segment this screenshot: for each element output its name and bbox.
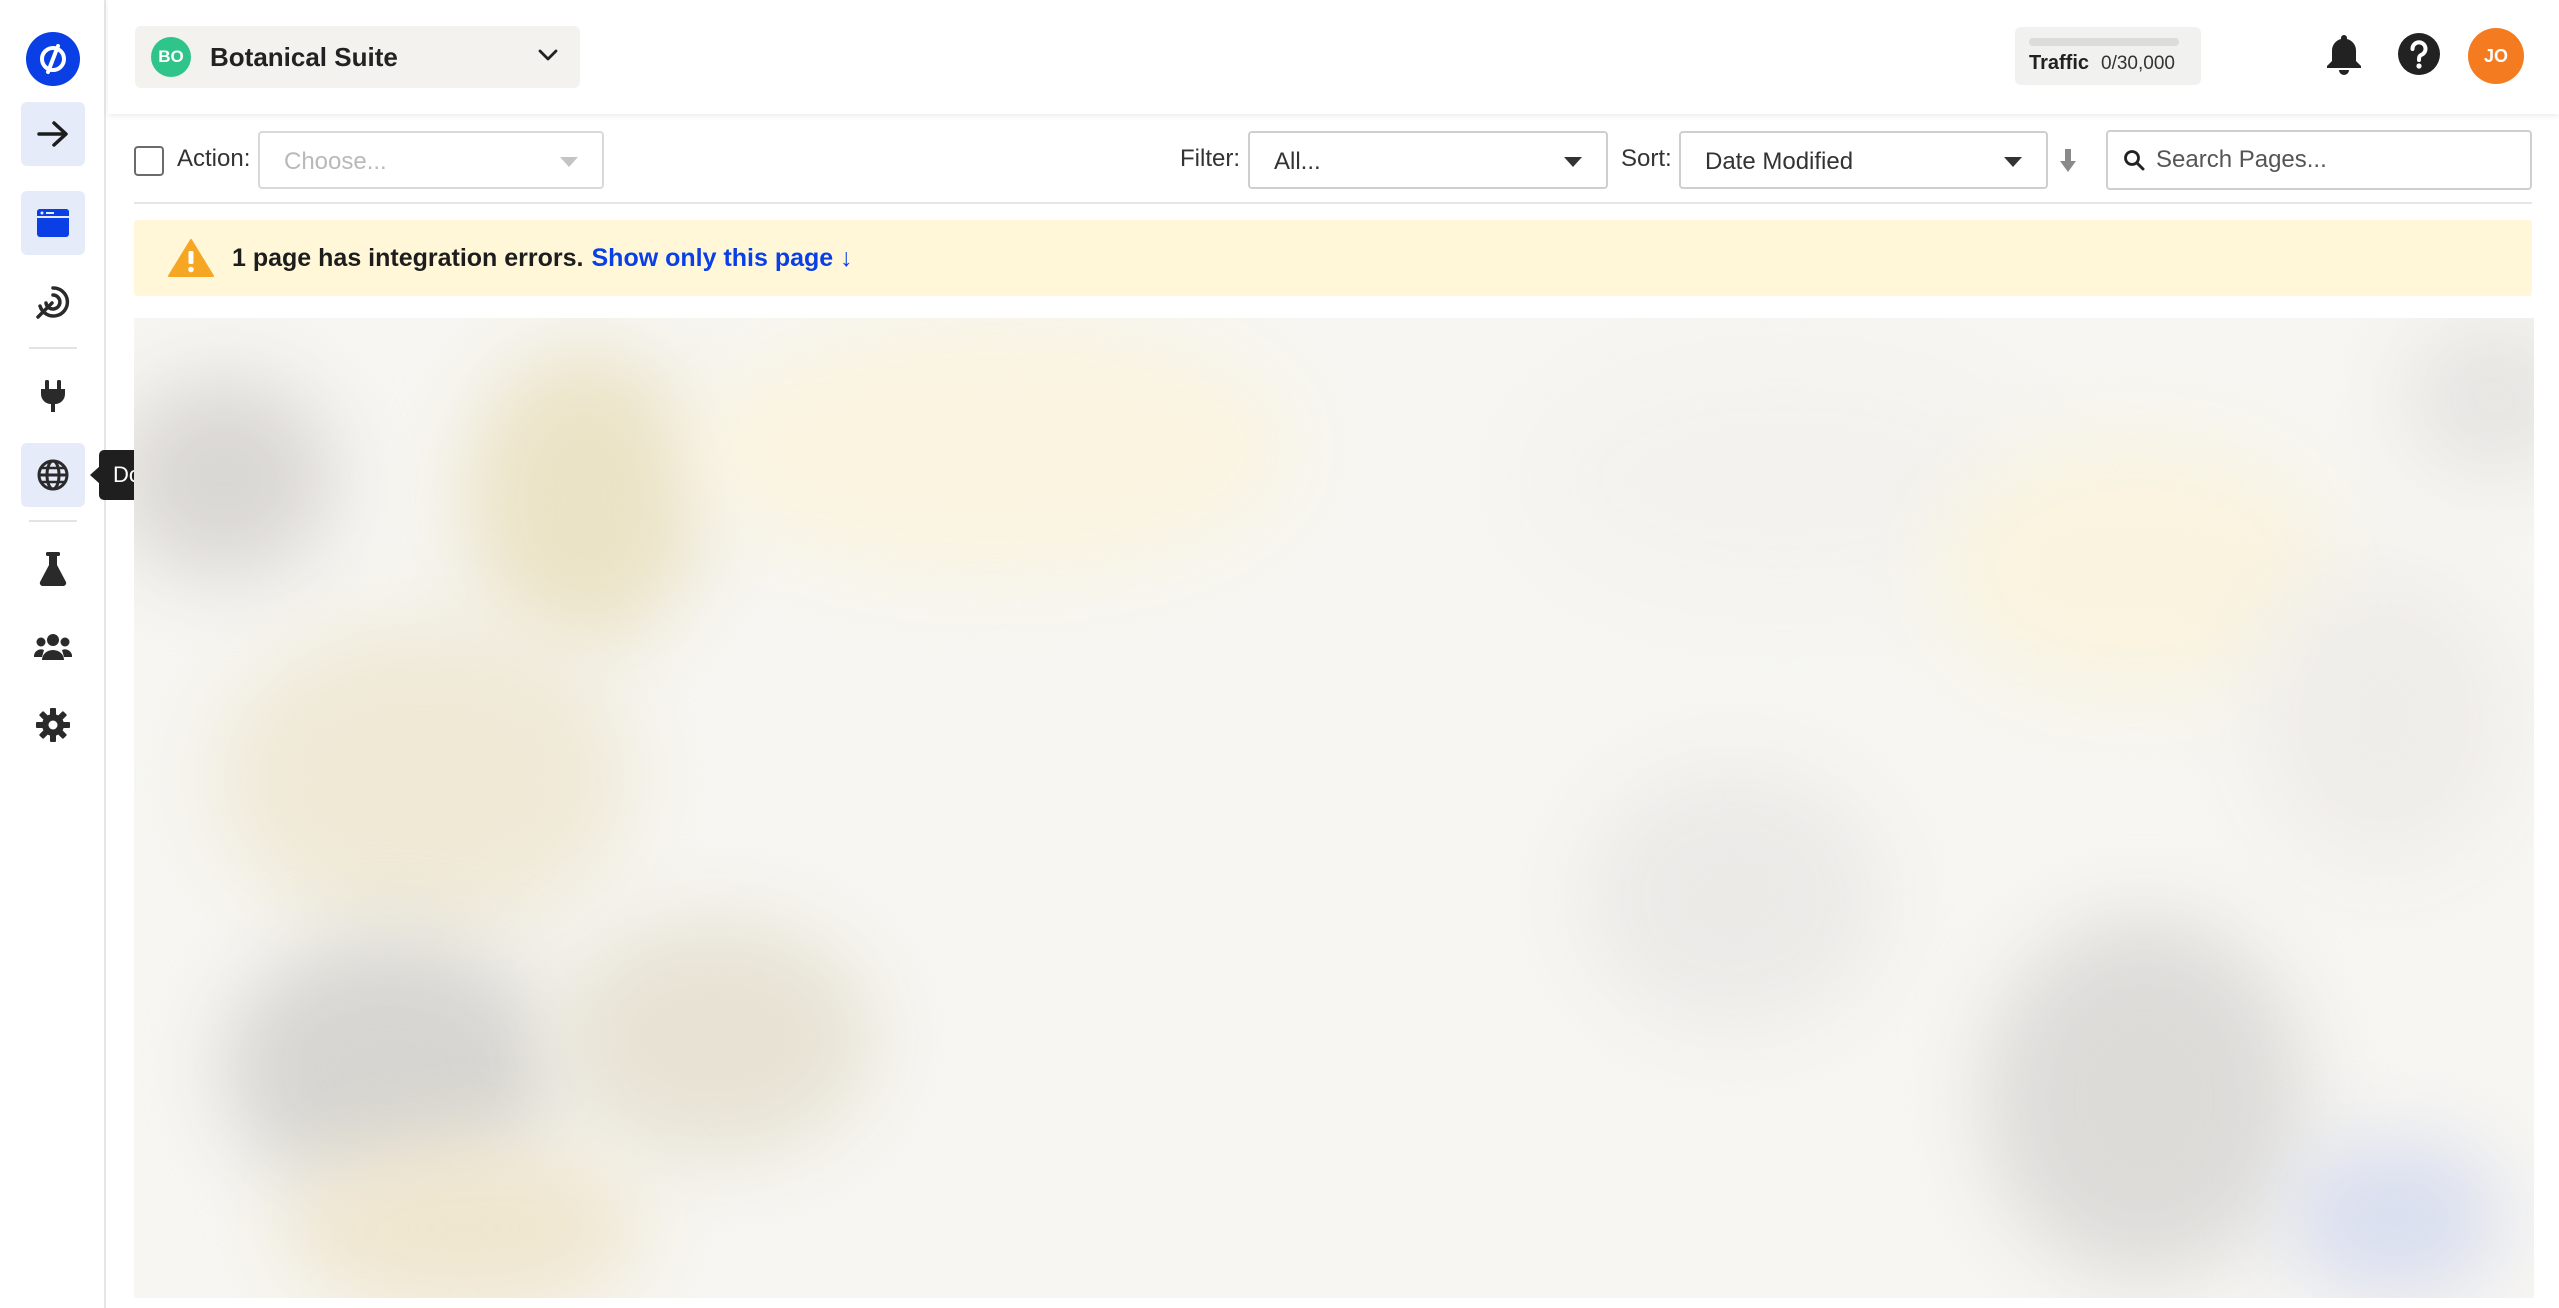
question-circle-icon (2398, 33, 2440, 75)
sidebar-item-settings[interactable] (21, 693, 85, 757)
user-avatar[interactable]: JO (2468, 28, 2524, 84)
blurred-shape (1984, 918, 2304, 1278)
blurred-shape (1584, 768, 1884, 1028)
search-icon (2124, 150, 2145, 171)
filter-select[interactable]: All... (1248, 131, 1608, 189)
rail-divider (29, 347, 77, 349)
sidebar-item-landing-pages[interactable] (21, 191, 85, 255)
pages-toolbar: Action: Choose... Filter: All... Sort: D… (134, 128, 2532, 204)
workspace-badge: BO (151, 37, 191, 77)
blurred-shape (134, 378, 334, 578)
action-label: Action: (177, 145, 251, 172)
top-header: BO Botanical Suite Traffic 0/30,000 JO (108, 0, 2559, 114)
blurred-shape (694, 318, 1294, 578)
traffic-progress-bar (2029, 38, 2179, 46)
globe-icon (37, 459, 69, 491)
users-icon (34, 634, 72, 660)
rail-divider (29, 520, 77, 522)
blurred-shape (2254, 568, 2514, 868)
arrow-right-icon (37, 121, 68, 147)
collapse-toggle-button[interactable] (21, 102, 85, 166)
caret-down-icon (2004, 157, 2022, 167)
filter-label: Filter: (1180, 145, 1240, 172)
sort-select[interactable]: Date Modified (1679, 131, 2048, 189)
sidebar-item-integrations[interactable] (21, 364, 85, 428)
traffic-usage-widget[interactable]: Traffic 0/30,000 (2015, 27, 2201, 85)
sort-select-value: Date Modified (1705, 148, 1854, 175)
caret-down-icon (1564, 157, 1582, 167)
brand-logo-icon[interactable] (26, 32, 80, 86)
target-icon (36, 286, 70, 319)
blurred-shape (464, 348, 704, 648)
warning-triangle-icon (168, 239, 214, 277)
sort-descending-icon[interactable] (2059, 148, 2077, 174)
action-select-value: Choose... (284, 148, 387, 175)
chevron-down-icon (538, 49, 558, 61)
pages-list-placeholder (134, 318, 2534, 1298)
blurred-shape (214, 618, 634, 938)
integration-error-banner: 1 page has integration errors. Show only… (134, 220, 2532, 296)
left-nav-rail (0, 0, 106, 1308)
browser-window-icon (37, 209, 69, 237)
show-only-this-page-link[interactable]: Show only this page ↓ (592, 244, 853, 273)
blurred-shape (554, 918, 874, 1158)
blurred-shape (2404, 318, 2534, 478)
filter-select-value: All... (1274, 148, 1321, 175)
workspace-switcher[interactable]: BO Botanical Suite (135, 26, 580, 88)
blurred-shape (2284, 1138, 2504, 1298)
nav-tooltip: Do (99, 450, 139, 500)
flask-icon (39, 552, 67, 587)
bell-icon (2327, 35, 2361, 75)
sidebar-item-team[interactable] (21, 615, 85, 679)
sidebar-item-experiments[interactable] (21, 537, 85, 601)
traffic-label: Traffic (2029, 52, 2090, 74)
caret-down-icon (560, 157, 578, 167)
search-input[interactable] (2156, 132, 2516, 188)
search-box (2106, 130, 2532, 190)
sort-label: Sort: (1621, 145, 1672, 172)
select-all-checkbox[interactable] (134, 146, 164, 176)
workspace-name: Botanical Suite (210, 41, 398, 72)
sidebar-item-domains[interactable] (21, 443, 85, 507)
traffic-value: 0/30,000 (2101, 53, 2175, 74)
gear-icon (36, 708, 70, 742)
notifications-button[interactable] (2318, 28, 2370, 80)
plug-icon (41, 380, 65, 412)
help-button[interactable] (2393, 28, 2445, 80)
alert-message: 1 page has integration errors. (232, 243, 584, 272)
sidebar-item-conversions[interactable] (21, 270, 85, 334)
action-select[interactable]: Choose... (258, 131, 604, 189)
